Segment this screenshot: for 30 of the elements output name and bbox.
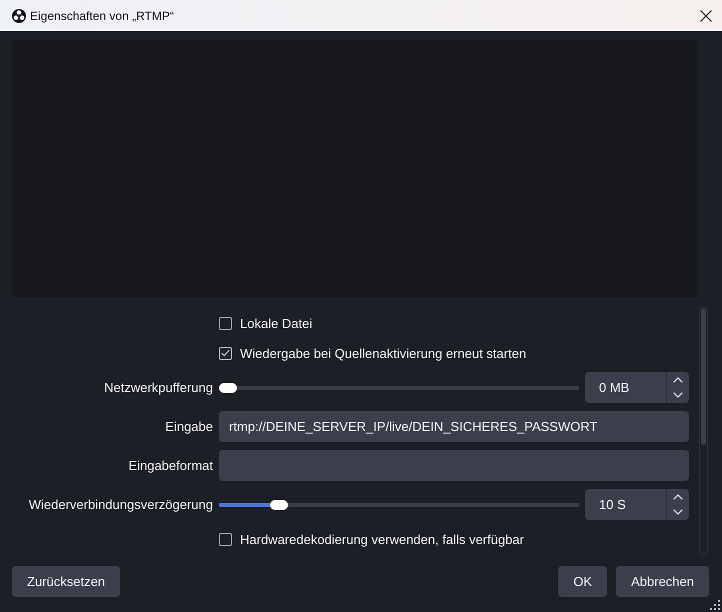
scrollbar-track[interactable] — [699, 305, 708, 555]
checkbox[interactable] — [219, 532, 232, 546]
slider-thumb[interactable] — [219, 382, 237, 392]
spin-box[interactable]: 0 MB — [585, 372, 689, 403]
checkbox-label: Lokale Datei — [240, 316, 312, 330]
checkmark-icon — [221, 349, 230, 357]
field-label: Eingabeformat — [127, 458, 213, 473]
resize-grip-icon[interactable] — [710, 600, 720, 610]
input-field[interactable]: rtmp://DEINE_SERVER_IP/live/DEIN_SICHERES_PASSWORT — [219, 411, 689, 442]
scrollbar-thumb[interactable] — [701, 308, 706, 445]
chevron-up-icon — [673, 376, 683, 383]
field-label: Wiederverbindungsverzögerung — [28, 497, 213, 512]
window-title: Eigenschaften von „RTMP“ — [30, 8, 174, 22]
spin-box[interactable]: 10 S — [585, 489, 689, 520]
checkbox-label: Wiedergabe bei Quellenaktivierung erneut starten — [240, 346, 526, 360]
field-label: Eingabe — [164, 419, 213, 434]
cancel-button[interactable]: Abbrechen — [616, 566, 709, 597]
input-field[interactable] — [219, 450, 689, 481]
chevron-up-icon — [673, 494, 683, 500]
field-label: Netzwerkpufferung — [103, 380, 213, 395]
checkbox-label: Hardwaredekodierung verwenden, falls verfügbar — [240, 532, 524, 546]
reset-button[interactable]: Zurücksetzen — [12, 566, 120, 597]
chevron-down-icon — [673, 392, 683, 398]
checkbox[interactable] — [219, 346, 232, 360]
slider-thumb[interactable] — [270, 500, 288, 510]
close-icon — [700, 10, 712, 22]
ok-button[interactable]: OK — [558, 566, 608, 597]
app-logo-icon — [12, 8, 26, 22]
chevron-down-icon — [673, 509, 683, 516]
checkbox[interactable] — [219, 316, 232, 330]
